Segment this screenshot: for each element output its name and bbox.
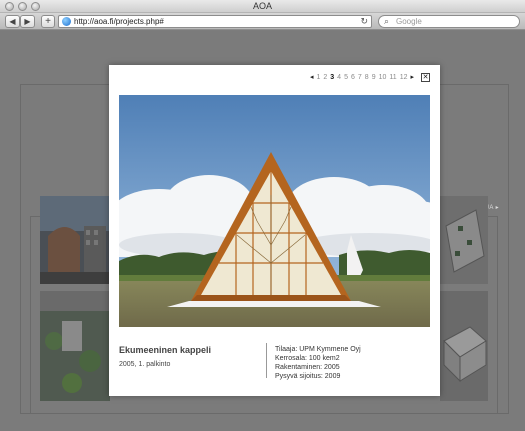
- project-title: Ekumeeninen kappeli: [119, 345, 212, 355]
- pager-page-12[interactable]: 12: [400, 74, 408, 81]
- pager-page-5[interactable]: 5: [344, 74, 348, 81]
- pager-page-2[interactable]: 2: [323, 74, 327, 81]
- pager-page-4[interactable]: 4: [337, 74, 341, 81]
- search-placeholder: Google: [396, 17, 422, 26]
- pager-page-6[interactable]: 6: [351, 74, 355, 81]
- close-icon[interactable]: ✕: [421, 72, 430, 82]
- project-details: Tilaaja: UPM Kymmene Oyj Kerrosala: 100 …: [275, 345, 435, 381]
- plus-icon: +: [45, 16, 51, 27]
- window-title: AOA: [252, 1, 272, 11]
- pager-page-8[interactable]: 8: [365, 74, 369, 81]
- back-button[interactable]: ◀: [5, 15, 20, 28]
- project-caption: Ekumeeninen kappeli 2005, 1. palkinto: [119, 345, 259, 368]
- detail-permanent-location: Pysyvä sijoitus: 2009: [275, 373, 341, 380]
- window-titlebar: AOA: [0, 0, 525, 13]
- pager-page-11[interactable]: 11: [389, 74, 396, 81]
- project-lightbox: ◂ 1 2 3 4 5 6 7 8 9 10 11 12 ▸ ✕ Ekumeen…: [109, 65, 440, 396]
- pager-pages: 1 2 3 4 5 6 7 8 9 10 11 12: [316, 74, 407, 81]
- add-bookmark-button[interactable]: +: [41, 15, 55, 28]
- thumbnail-model-right[interactable]: [440, 291, 488, 401]
- pager-page-10[interactable]: 10: [379, 74, 387, 81]
- detail-client: Tilaaja: UPM Kymmene Oyj: [275, 346, 361, 353]
- address-text: http://aoa.fi/projects.php#: [74, 17, 164, 26]
- thumbnail-courtyard-left[interactable]: [40, 291, 110, 401]
- caption-divider: [266, 343, 267, 378]
- forward-icon: ▶: [24, 17, 31, 26]
- globe-icon: [62, 17, 71, 26]
- reload-icon[interactable]: ↻: [360, 16, 368, 27]
- browser-toolbar: ◀ ▶ + http://aoa.fi/projects.php# ↻ ⌕ Go…: [0, 13, 525, 30]
- prev-arrow-icon[interactable]: ◂: [310, 73, 314, 81]
- pager-page-9[interactable]: 9: [372, 74, 376, 81]
- project-subtitle: 2005, 1. palkinto: [119, 361, 171, 368]
- search-input[interactable]: ⌕ Google: [378, 15, 520, 28]
- pager-page-1[interactable]: 1: [316, 74, 320, 81]
- pager-page-7[interactable]: 7: [358, 74, 362, 81]
- back-icon: ◀: [9, 17, 16, 26]
- pager-page-3[interactable]: 3: [330, 74, 334, 81]
- project-photo: [119, 95, 430, 327]
- address-bar[interactable]: http://aoa.fi/projects.php# ↻: [58, 15, 372, 28]
- detail-construction: Rakentaminen: 2005: [275, 364, 340, 371]
- search-icon: ⌕: [384, 16, 390, 26]
- detail-floor-area: Kerrosala: 100 kem2: [275, 355, 340, 362]
- next-arrow-icon[interactable]: ▸: [410, 73, 414, 81]
- project-pager: ◂ 1 2 3 4 5 6 7 8 9 10 11 12 ▸ ✕: [310, 71, 430, 83]
- thumbnail-structure-right[interactable]: [440, 196, 488, 284]
- thumbnail-building-left[interactable]: [40, 196, 110, 284]
- forward-button[interactable]: ▶: [20, 15, 35, 28]
